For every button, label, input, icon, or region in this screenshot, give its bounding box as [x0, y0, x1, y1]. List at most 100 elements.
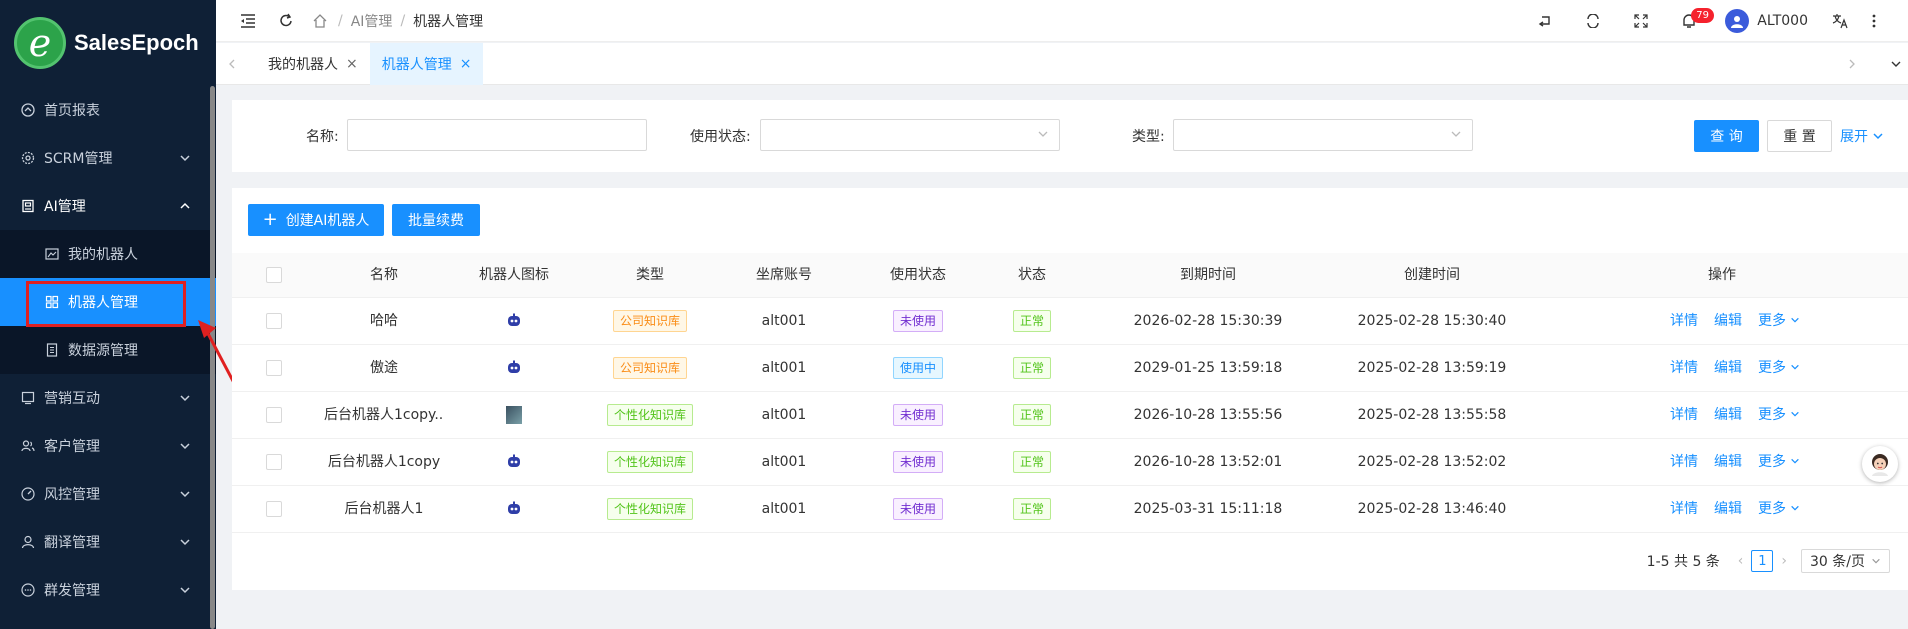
- chevron-down-icon: [180, 587, 190, 594]
- page-number[interactable]: 1: [1751, 550, 1774, 572]
- cell-usage-status: 未使用: [858, 486, 978, 533]
- table-row: 后台机器人1copy... 个性化知识库 alt001 未使用 正常 2026-10-28…: [232, 392, 1908, 439]
- edit-link[interactable]: 编辑: [1714, 313, 1742, 329]
- more-vertical-icon[interactable]: [1864, 11, 1884, 31]
- row-checkbox[interactable]: [266, 454, 282, 470]
- prev-page-icon[interactable]: ‹: [1738, 553, 1744, 569]
- sidebar-item-translation[interactable]: 翻译管理: [0, 518, 216, 566]
- edit-link[interactable]: 编辑: [1714, 360, 1742, 376]
- pagination: 1-5 共 5 条 ‹ 1 › 30 条/页: [1647, 549, 1890, 573]
- refresh-icon[interactable]: [276, 11, 296, 31]
- fullscreen-icon[interactable]: [1631, 11, 1651, 31]
- more-dropdown[interactable]: 更多: [1758, 407, 1800, 423]
- query-button[interactable]: 查 询: [1694, 120, 1759, 152]
- detail-link[interactable]: 详情: [1670, 501, 1698, 517]
- sidebar-item-risk[interactable]: 风控管理: [0, 470, 216, 518]
- table-row: 后台机器人1copy 个性化知识库 alt001 未使用 正常 2026-10-28 13…: [232, 439, 1908, 486]
- cell-robot-icon: [454, 345, 574, 392]
- detail-link[interactable]: 详情: [1670, 313, 1698, 329]
- more-dropdown[interactable]: 更多: [1758, 313, 1800, 329]
- table-row: 傲途 公司知识库 alt001 使用中 正常 2029-01-25 13:59:18 202…: [232, 345, 1908, 392]
- chevron-down-icon: [180, 539, 190, 546]
- usage-tag: 未使用: [892, 404, 943, 426]
- logo[interactable]: e SalesEpoch: [0, 0, 216, 86]
- sync-icon[interactable]: [1583, 11, 1603, 31]
- sidebar-item-ai[interactable]: AI管理: [0, 182, 216, 230]
- chevron-down-icon[interactable]: [1886, 54, 1906, 74]
- sidebar-item-my-robots[interactable]: 我的机器人: [0, 230, 216, 278]
- cell-expire: 2026-02-28 15:30:39: [1133, 313, 1283, 329]
- detail-link[interactable]: 详情: [1670, 360, 1698, 376]
- type-select[interactable]: [1173, 119, 1473, 151]
- status-badge: 正常: [1012, 451, 1051, 473]
- create-robot-button[interactable]: + 创建AI机器人: [248, 204, 384, 236]
- close-icon[interactable]: ×: [346, 56, 358, 72]
- cell-account: alt001: [761, 407, 807, 423]
- assistant-avatar[interactable]: [1862, 446, 1898, 482]
- expand-link[interactable]: 展开: [1840, 126, 1884, 146]
- gauge-icon: [20, 486, 36, 502]
- more-label: 更多: [1758, 313, 1786, 329]
- menu-fold-icon[interactable]: [238, 11, 258, 31]
- sidebar-item-broadcast[interactable]: 群发管理: [0, 566, 216, 614]
- sidebar-item-datasource[interactable]: 数据源管理: [0, 326, 216, 374]
- sidebar-item-customers[interactable]: 客户管理: [0, 422, 216, 470]
- detail-link[interactable]: 详情: [1670, 407, 1698, 423]
- more-dropdown[interactable]: 更多: [1758, 501, 1800, 517]
- sidebar-item-label: 我的机器人: [68, 247, 138, 263]
- batch-renew-button[interactable]: 批量续费: [392, 204, 480, 236]
- column-header: 机器人图标: [479, 267, 549, 283]
- chevron-right-icon[interactable]: [1842, 54, 1862, 74]
- sidebar-item-label: 风控管理: [44, 487, 100, 503]
- home-icon[interactable]: [310, 11, 330, 31]
- chat-icon: [20, 582, 36, 598]
- type-tag: 个性化知识库: [606, 451, 693, 473]
- sidebar-item-scrm[interactable]: SCRM管理: [0, 134, 216, 182]
- name-input[interactable]: [347, 119, 647, 151]
- page-size-select[interactable]: 30 条/页: [1801, 549, 1890, 573]
- cell-account: alt001: [761, 501, 807, 517]
- gear-icon: [20, 150, 36, 166]
- cell-account: alt001: [761, 313, 807, 329]
- row-checkbox[interactable]: [266, 407, 282, 423]
- tab-robot-management[interactable]: 机器人管理 ×: [369, 42, 484, 85]
- column-header: 创建时间: [1404, 267, 1460, 283]
- more-dropdown[interactable]: 更多: [1758, 360, 1800, 376]
- edit-link[interactable]: 编辑: [1714, 407, 1742, 423]
- row-checkbox[interactable]: [266, 501, 282, 517]
- reset-button[interactable]: 重 置: [1767, 120, 1832, 152]
- chevron-down-icon: [1791, 364, 1800, 370]
- next-page-icon[interactable]: ›: [1781, 553, 1787, 569]
- more-dropdown[interactable]: 更多: [1758, 454, 1800, 470]
- breadcrumb-item[interactable]: AI管理: [351, 11, 393, 31]
- username[interactable]: ALT000: [1757, 13, 1808, 29]
- robot-icon: [508, 313, 520, 326]
- edit-link[interactable]: 编辑: [1714, 501, 1742, 517]
- row-checkbox[interactable]: [266, 313, 282, 329]
- row-checkbox[interactable]: [266, 360, 282, 376]
- chevron-down-icon: [1873, 133, 1883, 140]
- select-all-checkbox[interactable]: [266, 267, 282, 283]
- cell-expire: 2025-03-31 15:11:18: [1133, 501, 1283, 517]
- chevron-down-icon: [1791, 411, 1800, 417]
- chevron-left-icon[interactable]: [222, 54, 242, 74]
- detail-link[interactable]: 详情: [1670, 454, 1698, 470]
- tab-my-robots[interactable]: 我的机器人 ×: [256, 43, 370, 85]
- edit-link[interactable]: 编辑: [1714, 454, 1742, 470]
- robot-icon: [508, 501, 520, 514]
- sidebar-item-dashboard[interactable]: 首页报表: [0, 86, 216, 134]
- breadcrumb-separator: /: [400, 12, 406, 29]
- cell-status: 正常: [972, 392, 1092, 439]
- status-select[interactable]: [760, 119, 1060, 151]
- avatar[interactable]: [1725, 9, 1750, 33]
- sidebar: e SalesEpoch 首页报表 SCRM管理 AI管理 我的机器人 机器人管…: [0, 0, 216, 629]
- tab-bar: 我的机器人 × 机器人管理 ×: [216, 42, 1908, 85]
- usage-tag: 未使用: [892, 310, 943, 332]
- sidebar-item-marketing[interactable]: 营销互动: [0, 374, 216, 422]
- close-icon[interactable]: ×: [460, 56, 472, 72]
- cell-type: 个性化知识库: [590, 486, 710, 533]
- translate-icon[interactable]: [1830, 11, 1850, 31]
- plus-icon: +: [262, 209, 278, 230]
- bell-icon[interactable]: 79: [1679, 8, 1714, 31]
- back-icon[interactable]: [1535, 11, 1555, 31]
